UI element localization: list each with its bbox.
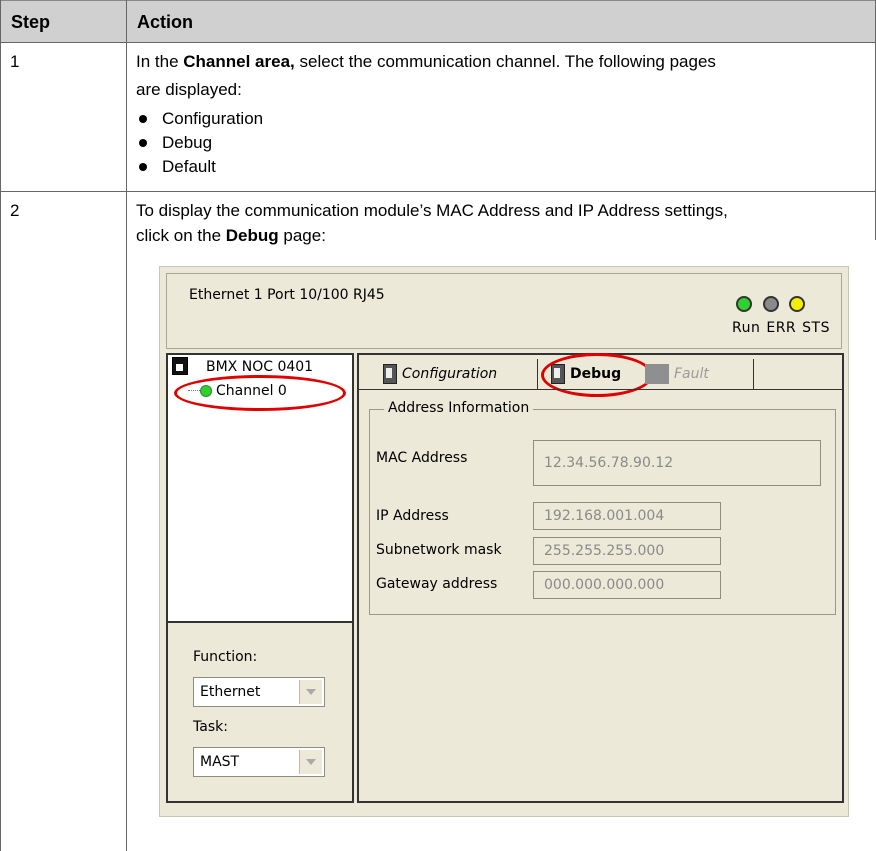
debug-screenshot: Ethernet 1 Port 10/100 RJ45 Run ERR STS BM…	[159, 266, 849, 817]
function-task-area: Function: Ethernet Task: MAST	[168, 623, 352, 801]
subnet-mask-field: 255.255.255.000	[533, 537, 721, 565]
subnet-mask-label: Subnetwork mask	[376, 542, 502, 558]
port-status-panel: Ethernet 1 Port 10/100 RJ45 Run ERR STS	[166, 273, 842, 349]
row1-text-pre: In the	[136, 52, 184, 71]
task-label: Task:	[193, 719, 228, 735]
module-icon	[172, 357, 188, 375]
gateway-address-value: 000.000.000.000	[544, 577, 665, 593]
function-select-value: Ethernet	[200, 684, 261, 700]
row2-text-line1: To display the communication module’s MA…	[136, 201, 728, 220]
table-column-divider	[126, 0, 127, 851]
row2-text-line2: click on the Debug page:	[136, 225, 326, 247]
ip-address-value: 192.168.001.004	[544, 508, 665, 524]
address-group-title: Address Information	[384, 400, 534, 416]
channel-highlight-ring	[174, 375, 346, 411]
list-item: Configuration	[137, 107, 263, 131]
mac-address-field: 12.34.56.78.90.12	[533, 440, 821, 486]
row2-text-post: page:	[278, 226, 326, 245]
function-select[interactable]: Ethernet	[193, 677, 325, 707]
list-item: Default	[137, 155, 263, 179]
task-select-value: MAST	[200, 754, 240, 770]
tab-configuration[interactable]: Configuration	[383, 357, 497, 391]
tab-fault-label: Fault	[674, 366, 709, 382]
row1-text-line2: are displayed:	[136, 80, 242, 99]
row1-step: 1	[10, 52, 20, 71]
debug-highlight-ring	[541, 353, 653, 397]
gateway-address-label: Gateway address	[376, 576, 498, 592]
led-labels: Run ERR STS	[732, 320, 836, 336]
address-information-group: Address Information MAC Address 12.34.56…	[369, 400, 836, 615]
table-left-border	[0, 0, 1, 851]
led-label-err: ERR	[766, 320, 797, 336]
ip-address-field: 192.168.001.004	[533, 502, 721, 530]
chevron-down-icon[interactable]	[299, 680, 322, 704]
tab-divider	[537, 359, 538, 389]
table-header: Step Action	[0, 0, 876, 43]
configuration-tab-icon	[383, 364, 397, 384]
tree-module-node[interactable]: BMX NOC 0401	[206, 359, 313, 375]
header-step: Step	[11, 12, 51, 32]
led-label-sts: STS	[802, 320, 830, 336]
row2-text-pre: click on the	[136, 226, 226, 245]
channel-config-panel: Configuration Debug Fault Address Inform…	[357, 353, 844, 803]
chevron-down-icon[interactable]	[299, 750, 322, 774]
function-label: Function:	[193, 649, 258, 665]
row1-bullet-list: Configuration Debug Default	[137, 107, 263, 179]
row2-step: 2	[10, 201, 20, 220]
channel-tree-panel: BMX NOC 0401 Channel 0 Function: Etherne…	[166, 353, 354, 803]
tab-underline	[359, 389, 842, 390]
tab-fault[interactable]: Fault	[645, 357, 709, 391]
led-label-run: Run	[732, 320, 761, 336]
header-action: Action	[137, 12, 193, 32]
row1-text-post: select the communication channel. The fo…	[294, 52, 716, 71]
task-select[interactable]: MAST	[193, 747, 325, 777]
mac-address-value: 12.34.56.78.90.12	[544, 455, 674, 471]
row1-text-bold: Channel area,	[183, 52, 295, 71]
mac-address-label: MAC Address	[376, 450, 468, 466]
port-title: Ethernet 1 Port 10/100 RJ45	[189, 287, 385, 303]
gateway-address-field: 000.000.000.000	[533, 571, 721, 599]
sts-led-icon	[789, 296, 805, 312]
subnet-mask-value: 255.255.255.000	[544, 543, 665, 559]
row2-text-bold: Debug	[225, 226, 279, 245]
err-led-icon	[763, 296, 779, 312]
run-led-icon	[736, 296, 752, 312]
tab-divider	[753, 359, 754, 389]
ip-address-label: IP Address	[376, 508, 449, 524]
list-item: Debug	[137, 131, 263, 155]
tab-configuration-label: Configuration	[402, 366, 498, 382]
row1-text: In the Channel area, select the communic…	[136, 51, 716, 73]
fault-tab-icon	[645, 364, 669, 384]
table-row-divider	[0, 191, 876, 192]
